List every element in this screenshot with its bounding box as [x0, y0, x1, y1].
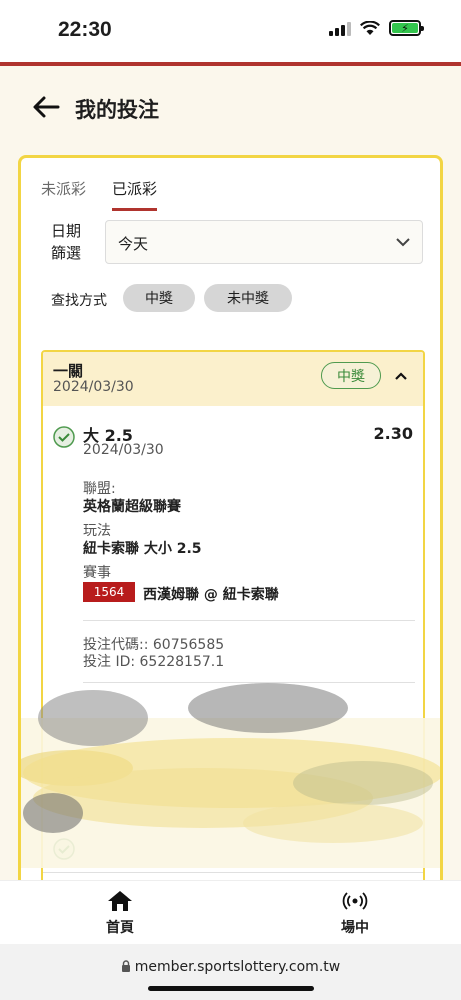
bottom-nav: 首頁 場中 — [0, 880, 461, 944]
divider — [83, 620, 415, 621]
result-badge: 中獎 — [321, 362, 381, 389]
tab-settled[interactable]: 已派彩 — [112, 178, 158, 211]
match-number-badge: 1564 — [83, 582, 135, 602]
filter-chip-lost[interactable]: 未中獎 — [204, 284, 292, 312]
home-icon — [108, 891, 132, 911]
play-label: 玩法 — [83, 523, 111, 539]
check-circle-icon — [53, 838, 75, 860]
bet-header[interactable]: 一關 2024/03/30 中獎 — [43, 352, 423, 406]
league-label: 聯盟: — [83, 481, 116, 497]
play-name: 紐卡索聯 大小 2.5 — [83, 541, 202, 557]
nav-home-label: 首頁 — [106, 920, 134, 936]
bet-date: 2024/03/30 — [53, 379, 134, 395]
page-header: 我的投注 — [0, 66, 461, 152]
chevron-down-icon — [396, 238, 410, 247]
browser-url-bar[interactable]: member.sportslottery.com.tw — [0, 944, 461, 1000]
date-filter-label: 日期篩選 — [51, 222, 82, 262]
selection-date: 2024/03/30 — [83, 442, 164, 458]
date-filter-select[interactable]: 今天 — [105, 220, 423, 264]
chevron-up-icon[interactable] — [393, 368, 409, 384]
nav-live-label: 場中 — [341, 920, 369, 936]
search-method-label: 查找方式 — [51, 293, 107, 309]
league-name: 英格蘭超級聯賽 — [83, 499, 181, 515]
bet-slip: 一關 2024/03/30 中獎 大 2.5 2024/03/30 2.30 聯… — [41, 350, 425, 892]
nav-live[interactable]: 場中 — [305, 889, 405, 937]
tab-bar: 未派彩 已派彩 — [41, 178, 158, 211]
date-filter-value: 今天 — [118, 235, 149, 253]
status-bar: 22:30 ⚡ — [0, 0, 461, 62]
filter-chip-won[interactable]: 中獎 — [123, 284, 195, 312]
status-icons: ⚡ — [329, 20, 424, 36]
home-indicator[interactable] — [148, 986, 314, 991]
url-text: member.sportslottery.com.tw — [0, 959, 461, 975]
divider — [43, 872, 423, 873]
bet-id: 投注 ID: 65228157.1 — [83, 654, 225, 670]
divider — [83, 682, 415, 683]
bet-type: 一關 — [53, 362, 84, 380]
lock-icon — [121, 960, 130, 972]
page-title: 我的投注 — [75, 98, 159, 122]
broadcast-icon — [342, 892, 368, 910]
nav-home[interactable]: 首頁 — [70, 889, 170, 937]
event-label: 賽事 — [83, 565, 111, 581]
back-arrow-icon[interactable] — [30, 90, 64, 124]
url-value: member.sportslottery.com.tw — [134, 959, 341, 975]
cellular-signal-icon — [329, 21, 351, 36]
match-name: 西漢姆聯 @ 紐卡索聯 — [143, 587, 279, 603]
check-circle-icon — [53, 426, 75, 448]
status-time: 22:30 — [58, 18, 112, 41]
wifi-icon — [360, 20, 380, 35]
bets-card: 未派彩 已派彩 日期篩選 今天 查找方式 中獎 未中獎 一關 2024/03/3… — [18, 155, 443, 895]
selection-odds: 2.30 — [373, 424, 413, 443]
tab-unsettled[interactable]: 未派彩 — [41, 178, 86, 211]
battery-icon: ⚡ — [389, 20, 424, 36]
